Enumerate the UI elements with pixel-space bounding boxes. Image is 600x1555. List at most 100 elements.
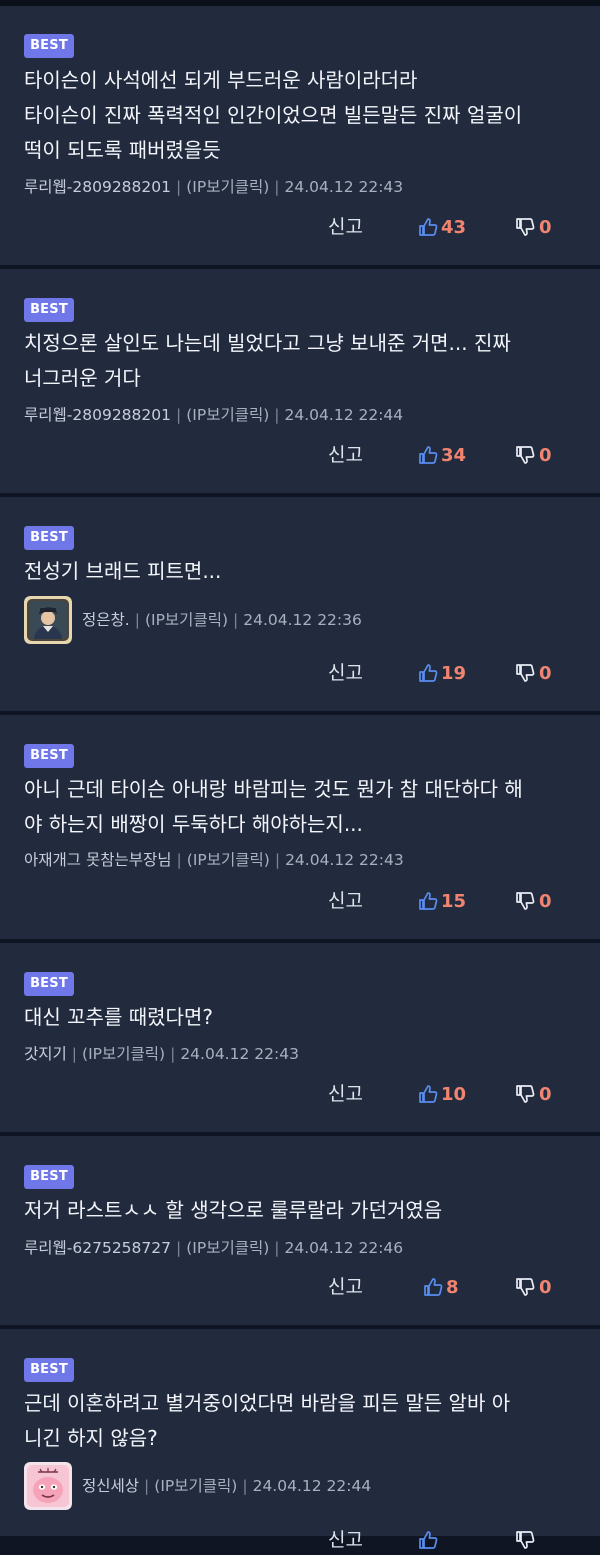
comment-line: 야 하는지 배짱이 두둑하다 해야하는지...	[24, 812, 363, 836]
dislike-button[interactable]: 0	[515, 440, 552, 470]
thumbs-down-icon	[515, 1530, 535, 1550]
dislike-button[interactable]: 0	[515, 1079, 552, 1109]
ip-view-link[interactable]: (IP보기클릭)	[145, 607, 228, 633]
ip-view-link[interactable]: (IP보기클릭)	[154, 1473, 237, 1499]
thumbs-down-icon	[515, 1084, 535, 1104]
dislike-count: 0	[539, 1276, 552, 1298]
like-count: 15	[441, 890, 467, 912]
cartoon-face-avatar[interactable]	[24, 1462, 72, 1510]
dislike-button[interactable]	[515, 1525, 539, 1555]
author-name[interactable]: 정신세상	[82, 1473, 139, 1499]
thumbs-down-icon	[515, 217, 535, 237]
meta-separator: |	[274, 178, 280, 196]
meta-separator: |	[274, 406, 280, 424]
dislike-count: 0	[539, 1083, 552, 1105]
ip-view-link[interactable]: (IP보기클릭)	[186, 1235, 269, 1261]
comment-actions: 신고 43 0	[0, 212, 600, 242]
author-name[interactable]: 루리웹-6275258727	[24, 1235, 171, 1261]
dislike-button[interactable]: 0	[515, 212, 552, 242]
like-button[interactable]: 15	[418, 886, 466, 916]
comment-card: BEST 근데 이혼하려고 별거중이었다면 바람을 피든 말든 알바 아 니긴 …	[0, 1329, 600, 1551]
thumbs-up-icon	[418, 891, 438, 911]
ip-view-link[interactable]: (IP보기클릭)	[186, 402, 269, 428]
report-button[interactable]: 신고	[328, 1525, 363, 1555]
comment-actions: 신고 10 0	[0, 1079, 600, 1109]
best-badge: BEST	[24, 526, 74, 550]
author-name[interactable]: 갓지기	[24, 1041, 67, 1067]
comment-card: BEST 전성기 브래드 피트면... 정은창. | (IP보기클릭) | 24…	[0, 497, 600, 711]
meta-separator: |	[134, 611, 140, 629]
report-button[interactable]: 신고	[328, 440, 363, 470]
comment-actions: 신고 15 0	[0, 886, 600, 916]
thumbs-down-icon	[515, 1277, 535, 1297]
comment-line: 전성기 브래드 피트면...	[24, 559, 222, 583]
ip-view-link[interactable]: (IP보기클릭)	[82, 1041, 165, 1067]
comment-line: 치정으론 살인도 나는데 빌었다고 그냥 보내준 거면... 진짜	[24, 331, 511, 355]
comment-line: 떡이 되도록 패버렸을듯	[24, 138, 221, 162]
comment-card: BEST 타이슨이 사석에선 되게 부드러운 사람이라더라 타이슨이 진짜 폭력…	[0, 6, 600, 265]
like-count: 10	[441, 1083, 467, 1105]
comment-date: 24.04.12 22:44	[284, 406, 404, 424]
dislike-button[interactable]: 0	[515, 886, 552, 916]
comment-meta: 루리웹-2809288201 | (IP보기클릭) | 24.04.12 22:…	[24, 402, 403, 428]
thumbs-up-icon	[418, 1530, 438, 1550]
ip-view-link[interactable]: (IP보기클릭)	[187, 847, 270, 873]
comment-text: 대신 꼬추를 때렸다면?	[24, 1000, 584, 1035]
meta-separator: |	[176, 406, 182, 424]
best-badge: BEST	[24, 34, 74, 58]
comment-date: 24.04.12 22:46	[284, 1239, 404, 1257]
character-avatar[interactable]	[24, 596, 72, 644]
comment-line: 니긴 하지 않음?	[24, 1426, 158, 1450]
comment-meta: 루리웹-2809288201 | (IP보기클릭) | 24.04.12 22:…	[24, 174, 403, 200]
like-count: 43	[441, 216, 467, 238]
meta-separator: |	[176, 1239, 182, 1257]
report-button[interactable]: 신고	[328, 212, 363, 242]
comment-meta: 정신세상 | (IP보기클릭) | 24.04.12 22:44	[24, 1461, 371, 1511]
best-badge: BEST	[24, 1358, 74, 1382]
report-button[interactable]: 신고	[328, 658, 363, 688]
like-button[interactable]: 43	[418, 212, 466, 242]
thumbs-up-icon	[423, 1277, 443, 1297]
comment-meta: 정은창. | (IP보기클릭) | 24.04.12 22:36	[24, 595, 362, 645]
comment-text: 전성기 브래드 피트면...	[24, 554, 584, 589]
like-button[interactable]: 8	[423, 1272, 459, 1302]
comment-line: 아니 근데 타이슨 아내랑 바람피는 것도 뭔가 참 대단하다 해	[24, 777, 523, 801]
ip-view-link[interactable]: (IP보기클릭)	[186, 174, 269, 200]
thumbs-down-icon	[515, 663, 535, 683]
dislike-count: 0	[539, 890, 552, 912]
dislike-button[interactable]: 0	[515, 1272, 552, 1302]
report-button[interactable]: 신고	[328, 886, 363, 916]
meta-separator: |	[233, 611, 239, 629]
like-button[interactable]: 19	[418, 658, 466, 688]
author-name[interactable]: 루리웹-2809288201	[24, 174, 171, 200]
dislike-count: 0	[539, 444, 552, 466]
like-count: 19	[441, 662, 467, 684]
meta-separator: |	[176, 851, 182, 869]
thumbs-up-icon	[418, 445, 438, 465]
author-name[interactable]: 루리웹-2809288201	[24, 402, 171, 428]
comment-card: BEST 대신 꼬추를 때렸다면? 갓지기 | (IP보기클릭) | 24.04…	[0, 943, 600, 1132]
comment-meta: 갓지기 | (IP보기클릭) | 24.04.12 22:43	[24, 1041, 299, 1067]
comment-card: BEST 저거 라스트ㅅㅅ 할 생각으로 룰루랄라 가던거였음 루리웹-6275…	[0, 1136, 600, 1325]
meta-separator: |	[274, 851, 281, 869]
comment-date: 24.04.12 22:44	[252, 1477, 372, 1495]
dislike-button[interactable]: 0	[515, 658, 552, 688]
like-button[interactable]: 34	[418, 440, 466, 470]
comment-line: 근데 이혼하려고 별거중이었다면 바람을 피든 말든 알바 아	[24, 1391, 511, 1415]
best-badge: BEST	[24, 1165, 74, 1189]
author-name[interactable]: 정은창.	[82, 607, 130, 633]
meta-separator: |	[144, 1477, 150, 1495]
author-name[interactable]: 아재개그 못참는부장님	[24, 847, 172, 873]
like-count: 34	[441, 444, 467, 466]
report-button[interactable]: 신고	[328, 1079, 363, 1109]
report-button[interactable]: 신고	[328, 1272, 363, 1302]
comment-line: 타이슨이 사석에선 되게 부드러운 사람이라더라	[24, 68, 418, 92]
thumbs-down-icon	[515, 891, 535, 911]
comment-actions: 신고 8 0	[0, 1272, 600, 1302]
comment-text: 아니 근데 타이슨 아내랑 바람피는 것도 뭔가 참 대단하다 해 야 하는지 …	[24, 772, 584, 842]
like-button[interactable]	[418, 1525, 441, 1555]
like-button[interactable]: 10	[418, 1079, 466, 1109]
thumbs-up-icon	[418, 663, 438, 683]
comment-date: 24.04.12 22:43	[284, 178, 404, 196]
best-badge: BEST	[24, 298, 74, 322]
